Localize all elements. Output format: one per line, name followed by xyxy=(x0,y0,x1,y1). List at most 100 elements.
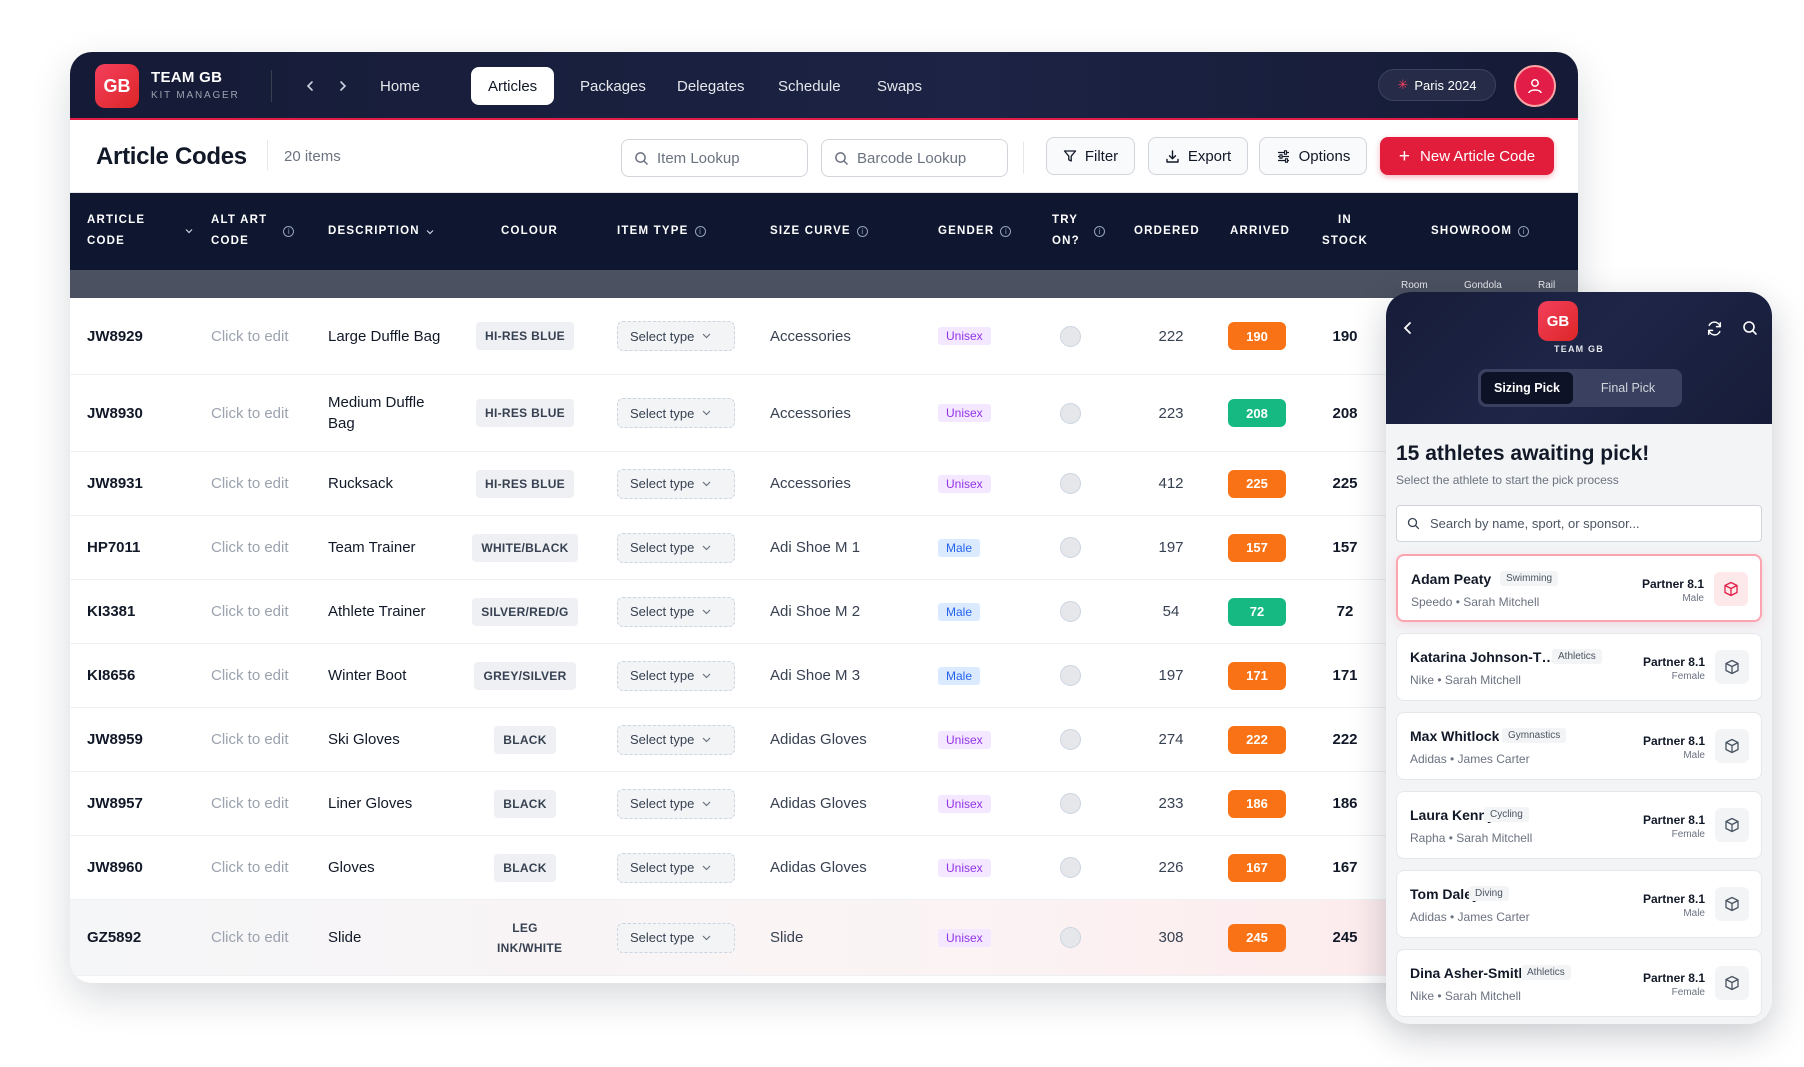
table-row[interactable]: GZ5892 Click to edit Slide LEG INK/WHITE… xyxy=(70,900,1578,976)
table-row[interactable]: KI3381 Click to edit Athlete Trainer SIL… xyxy=(70,580,1578,644)
alt-art-code-edit[interactable]: Click to edit xyxy=(211,900,289,975)
try-on-toggle[interactable] xyxy=(1060,793,1081,814)
alt-art-code-edit[interactable]: Click to edit xyxy=(211,375,289,451)
alt-art-code-edit[interactable]: Click to edit xyxy=(211,836,289,899)
item-type-select[interactable]: Select type xyxy=(617,788,735,819)
try-on-toggle[interactable] xyxy=(1060,665,1081,686)
column-header-gender[interactable]: GENDER i xyxy=(938,221,1012,242)
table-row[interactable]: JW8960 Click to edit Gloves BLACK Select… xyxy=(70,836,1578,900)
athlete-card[interactable]: Max Whitlock Gymnastics Adidas • James C… xyxy=(1396,712,1762,780)
item-type-select[interactable]: Select type xyxy=(617,852,735,883)
item-type-select[interactable]: Select type xyxy=(617,724,735,755)
gender-badge: Male xyxy=(938,666,981,685)
item-type-select[interactable]: Select type xyxy=(617,596,735,627)
user-avatar[interactable] xyxy=(1514,65,1556,107)
package-icon[interactable] xyxy=(1715,650,1749,684)
barcode-lookup-field[interactable] xyxy=(821,139,1008,177)
back-arrow-icon[interactable] xyxy=(1396,316,1420,340)
alt-art-code-edit[interactable]: Click to edit xyxy=(211,708,289,771)
column-header-arrived[interactable]: ARRIVED xyxy=(1230,221,1290,242)
gender-badge: Unisex xyxy=(938,794,991,813)
column-header-showroom[interactable]: SHOWROOM i xyxy=(1431,221,1530,242)
tab-final-pick[interactable]: Final Pick xyxy=(1578,372,1678,404)
ordered-cell: 226 xyxy=(1158,859,1184,876)
nav-swaps[interactable]: Swaps xyxy=(860,67,939,105)
nav-articles[interactable]: Articles xyxy=(471,67,555,105)
alt-art-code-edit[interactable]: Click to edit xyxy=(211,452,289,515)
options-button[interactable]: Options xyxy=(1259,137,1367,175)
package-icon[interactable] xyxy=(1714,572,1748,606)
package-icon[interactable] xyxy=(1715,966,1749,1000)
table-row[interactable]: JW8929 Click to edit Large Duffle Bag HI… xyxy=(70,298,1578,375)
athlete-card[interactable]: Dina Asher-Smith Athletics Nike • Sarah … xyxy=(1396,949,1762,1017)
table-row[interactable]: KI8656 Click to edit Winter Boot GREY/SI… xyxy=(70,644,1578,708)
new-article-code-button[interactable]: + New Article Code xyxy=(1380,137,1554,175)
try-on-toggle[interactable] xyxy=(1060,402,1081,424)
column-header-in-stock[interactable]: IN STOCK xyxy=(1320,210,1370,252)
alt-art-code-edit[interactable]: Click to edit xyxy=(211,298,289,374)
column-header-alt-art-code[interactable]: ALT ART CODE i xyxy=(211,210,295,252)
athlete-card[interactable]: Laura Kenny Cycling Rapha • Sarah Mitche… xyxy=(1396,791,1762,859)
chevron-down-icon xyxy=(702,673,711,678)
page-header: Article Codes 20 items Filter Export Opt… xyxy=(70,120,1578,193)
try-on-toggle[interactable] xyxy=(1060,601,1081,622)
brand-subtitle: KIT MANAGER xyxy=(151,90,240,101)
column-header-item-type[interactable]: ITEM TYPE i xyxy=(617,221,706,242)
table-row[interactable]: JW8931 Click to edit Rucksack HI-RES BLU… xyxy=(70,452,1578,516)
try-on-toggle[interactable] xyxy=(1060,537,1081,558)
nav-packages[interactable]: Packages xyxy=(563,67,663,105)
back-arrow-icon[interactable] xyxy=(296,72,324,100)
athlete-card[interactable]: Tom Daley Diving Adidas • James Carter P… xyxy=(1396,870,1762,938)
search-icon[interactable] xyxy=(1738,316,1762,340)
tab-sizing-pick[interactable]: Sizing Pick xyxy=(1481,372,1573,404)
event-selector[interactable]: ✳ Paris 2024 xyxy=(1378,69,1496,101)
column-header-size-curve[interactable]: SIZE CURVE i xyxy=(770,221,868,242)
nav-home[interactable]: Home xyxy=(363,67,437,105)
try-on-toggle[interactable] xyxy=(1060,927,1081,948)
nav-schedule[interactable]: Schedule xyxy=(761,67,858,105)
package-icon[interactable] xyxy=(1715,808,1749,842)
export-button[interactable]: Export xyxy=(1148,137,1248,175)
column-header-colour[interactable]: COLOUR xyxy=(501,221,558,242)
export-label: Export xyxy=(1187,147,1232,165)
athlete-search-input[interactable] xyxy=(1430,516,1730,531)
column-header-description[interactable]: DESCRIPTION xyxy=(328,221,434,242)
athlete-card[interactable]: Adam Peaty Swimming Speedo • Sarah Mitch… xyxy=(1396,554,1762,622)
filter-label: Filter xyxy=(1084,147,1119,165)
item-lookup-input[interactable] xyxy=(657,149,797,167)
table-row[interactable]: JW8930 Click to edit Medium Duffle Bag H… xyxy=(70,375,1578,452)
gender-badge: Male xyxy=(938,602,981,621)
ordered-cell: 308 xyxy=(1158,929,1184,946)
athlete-search-field[interactable] xyxy=(1396,505,1762,542)
refresh-icon[interactable] xyxy=(1702,316,1726,340)
column-header-try-on[interactable]: TRY ON? i xyxy=(1052,210,1105,252)
table-row[interactable]: JW8957 Click to edit Liner Gloves BLACK … xyxy=(70,772,1578,836)
try-on-toggle[interactable] xyxy=(1060,325,1081,347)
item-type-select[interactable]: Select type xyxy=(617,532,735,563)
column-header-article-code[interactable]: ARTICLE CODE xyxy=(87,210,193,252)
item-type-select[interactable]: Select type xyxy=(617,321,735,351)
package-icon[interactable] xyxy=(1715,887,1749,921)
nav-delegates[interactable]: Delegates xyxy=(660,67,762,105)
forward-arrow-icon[interactable] xyxy=(329,72,357,100)
table-row[interactable]: JW8959 Click to edit Ski Gloves BLACK Se… xyxy=(70,708,1578,772)
barcode-lookup-input[interactable] xyxy=(857,149,997,167)
gender-badge: Unisex xyxy=(938,928,991,947)
try-on-toggle[interactable] xyxy=(1060,729,1081,750)
alt-art-code-edit[interactable]: Click to edit xyxy=(211,516,289,579)
package-icon[interactable] xyxy=(1715,729,1749,763)
alt-art-code-edit[interactable]: Click to edit xyxy=(211,644,289,707)
athlete-card[interactable]: Katarina Johnson-Th... Athletics Nike • … xyxy=(1396,633,1762,701)
column-header-ordered[interactable]: ORDERED xyxy=(1134,221,1200,242)
item-type-select[interactable]: Select type xyxy=(617,468,735,499)
alt-art-code-edit[interactable]: Click to edit xyxy=(211,772,289,835)
try-on-toggle[interactable] xyxy=(1060,857,1081,878)
item-lookup-field[interactable] xyxy=(621,139,808,177)
filter-button[interactable]: Filter xyxy=(1046,137,1135,175)
item-type-select[interactable]: Select type xyxy=(617,922,735,953)
item-type-select[interactable]: Select type xyxy=(617,398,735,428)
item-type-select[interactable]: Select type xyxy=(617,660,735,691)
table-row[interactable]: HP7011 Click to edit Team Trainer WHITE/… xyxy=(70,516,1578,580)
try-on-toggle[interactable] xyxy=(1060,473,1081,494)
alt-art-code-edit[interactable]: Click to edit xyxy=(211,580,289,643)
